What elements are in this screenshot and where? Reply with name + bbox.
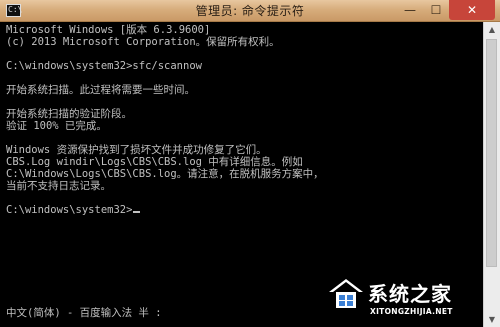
console-line: 验证 100% 已完成。 <box>6 120 107 132</box>
watermark-url: XITONGZHIJIA.NET <box>370 307 453 316</box>
watermark-text: 系统之家 <box>368 282 452 306</box>
console-line: 开始系统扫描。此过程将需要一些时间。 <box>6 84 195 96</box>
console-line: C:\windows\system32>sfc/scannow <box>6 60 202 72</box>
cmd-window: C:\ 管理员: 命令提示符 — ☐ ✕ Microsoft Windows [… <box>0 0 500 327</box>
console-line: (c) 2013 Microsoft Corporation。保留所有权利。 <box>6 36 280 48</box>
console-line: 当前不支持日志记录。 <box>6 180 111 192</box>
maximize-button[interactable]: ☐ <box>423 0 449 20</box>
house-logo-icon <box>329 279 363 308</box>
minimize-button[interactable]: — <box>397 0 423 20</box>
console-line: C:\Windows\Logs\CBS\CBS.log。请注意，在脱机服务方案中… <box>6 168 324 180</box>
console-line: Microsoft Windows [版本 6.3.9600] <box>6 24 211 36</box>
watermark: 系统之家 XITONGZHIJIA.NET <box>328 276 496 324</box>
ime-status-bar[interactable]: 中文(简体) - 百度输入法 半 : <box>6 307 162 319</box>
scroll-up-arrow-icon[interactable]: ▲ <box>484 22 500 37</box>
prompt-text: C:\windows\system32> <box>6 204 133 216</box>
prompt-line[interactable]: C:\windows\system32> <box>6 204 141 216</box>
close-button[interactable]: ✕ <box>449 0 495 20</box>
console-line: CBS.Log windir\Logs\CBS\CBS.log 中有详细信息。例… <box>6 156 303 168</box>
scroll-thumb[interactable] <box>486 39 497 267</box>
console-line: 开始系统扫描的验证阶段。 <box>6 108 132 120</box>
text-cursor <box>133 211 141 213</box>
console-line: Windows 资源保护找到了损坏文件并成功修复了它们。 <box>6 144 267 156</box>
title-bar[interactable]: C:\ 管理员: 命令提示符 — ☐ ✕ <box>0 0 500 22</box>
